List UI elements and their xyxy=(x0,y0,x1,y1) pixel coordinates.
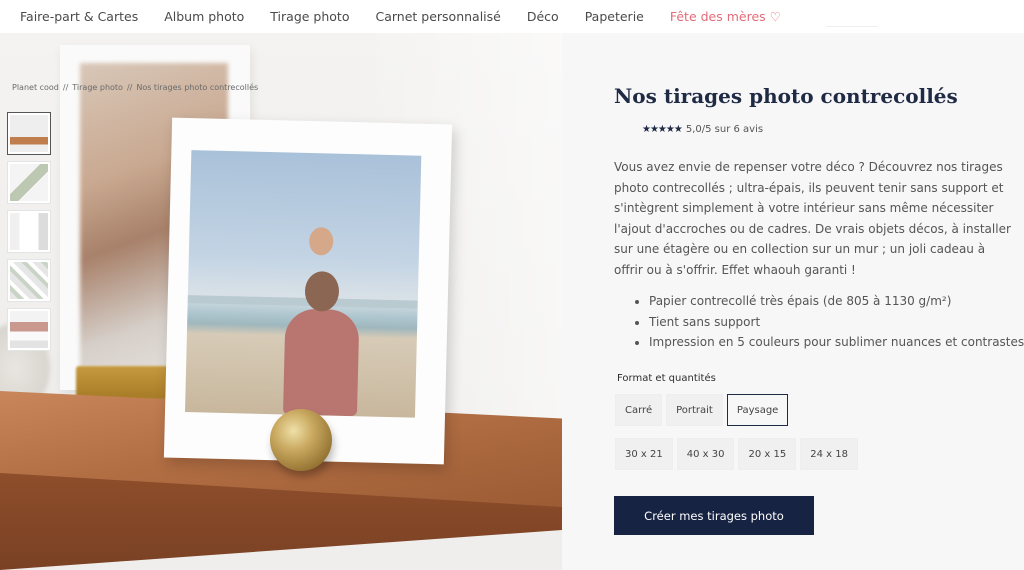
nav-item-faire-part[interactable]: Faire-part & Cartes xyxy=(20,9,138,24)
product-hero-image: Planet cood//Tirage photo//Nos tirages p… xyxy=(0,33,562,570)
brass-ball-holder xyxy=(270,409,332,471)
top-navigation: Faire-part & Cartes Album photo Tirage p… xyxy=(0,0,1024,33)
thumbnail-5[interactable] xyxy=(7,308,51,351)
child-figure xyxy=(308,227,334,256)
thumbnail-strip xyxy=(7,112,51,357)
size-options: 30 x 21 40 x 30 20 x 15 24 x 18 xyxy=(615,438,862,470)
beach-photo xyxy=(185,150,422,418)
nav-item-carnet[interactable]: Carnet personnalisé xyxy=(375,9,500,24)
orientation-options: Carré Portrait Paysage xyxy=(615,394,792,426)
product-details-panel: Nos tirages photo contrecollés ★★★★★ 5,0/… xyxy=(562,33,1024,570)
nav-item-papeterie[interactable]: Papeterie xyxy=(585,9,644,24)
thumbnail-1[interactable] xyxy=(7,112,51,155)
brass-frame-base xyxy=(76,366,176,400)
size-40x30-button[interactable]: 40 x 30 xyxy=(676,438,735,470)
thumbnail-4[interactable] xyxy=(7,259,51,302)
nav-item-fete-des-meres[interactable]: Fête des mères ♡ xyxy=(670,9,781,24)
feature-item: Impression en 5 couleurs pour sublimer n… xyxy=(649,332,1024,353)
size-30x21-button[interactable]: 30 x 21 xyxy=(615,438,673,470)
nav-item-album-photo[interactable]: Album photo xyxy=(164,9,244,24)
orientation-portrait-button[interactable]: Portrait xyxy=(666,394,723,426)
product-title: Nos tirages photo contrecollés xyxy=(614,84,958,108)
breadcrumb-tirage-photo[interactable]: Tirage photo xyxy=(72,83,123,92)
rating-text: 5,0/5 sur 6 avis xyxy=(685,124,764,135)
orientation-paysage-button[interactable]: Paysage xyxy=(726,394,789,426)
format-label: Format et quantités xyxy=(617,373,716,384)
breadcrumb-current: Nos tirages photo contrecollés xyxy=(136,83,259,92)
size-20x15-button[interactable]: 20 x 15 xyxy=(738,438,797,470)
feature-item: Papier contrecollé très épais (de 805 à … xyxy=(649,291,1019,312)
man-figure xyxy=(282,308,360,417)
feature-item: Tient sans support xyxy=(649,312,1019,333)
thumbnail-2[interactable] xyxy=(7,161,51,204)
nav-divider xyxy=(826,26,878,27)
star-rating-icon: ★★★★★ xyxy=(642,124,683,135)
create-prints-button[interactable]: Créer mes tirages photo xyxy=(614,496,814,535)
orientation-carre-button[interactable]: Carré xyxy=(615,394,663,426)
nav-item-tirage-photo[interactable]: Tirage photo xyxy=(270,9,349,24)
product-description: Vous avez envie de repenser votre déco ?… xyxy=(614,160,1011,277)
breadcrumb-home[interactable]: Planet cood xyxy=(12,83,59,92)
rating[interactable]: ★★★★★ 5,0/5 sur 6 avis xyxy=(642,124,763,135)
feature-list: Papier contrecollé très épais (de 805 à … xyxy=(649,291,1024,353)
breadcrumb: Planet cood//Tirage photo//Nos tirages p… xyxy=(12,83,259,92)
nav-item-deco[interactable]: Déco xyxy=(527,9,559,24)
size-24x18-button[interactable]: 24 x 18 xyxy=(800,438,858,470)
thumbnail-3[interactable] xyxy=(7,210,51,253)
